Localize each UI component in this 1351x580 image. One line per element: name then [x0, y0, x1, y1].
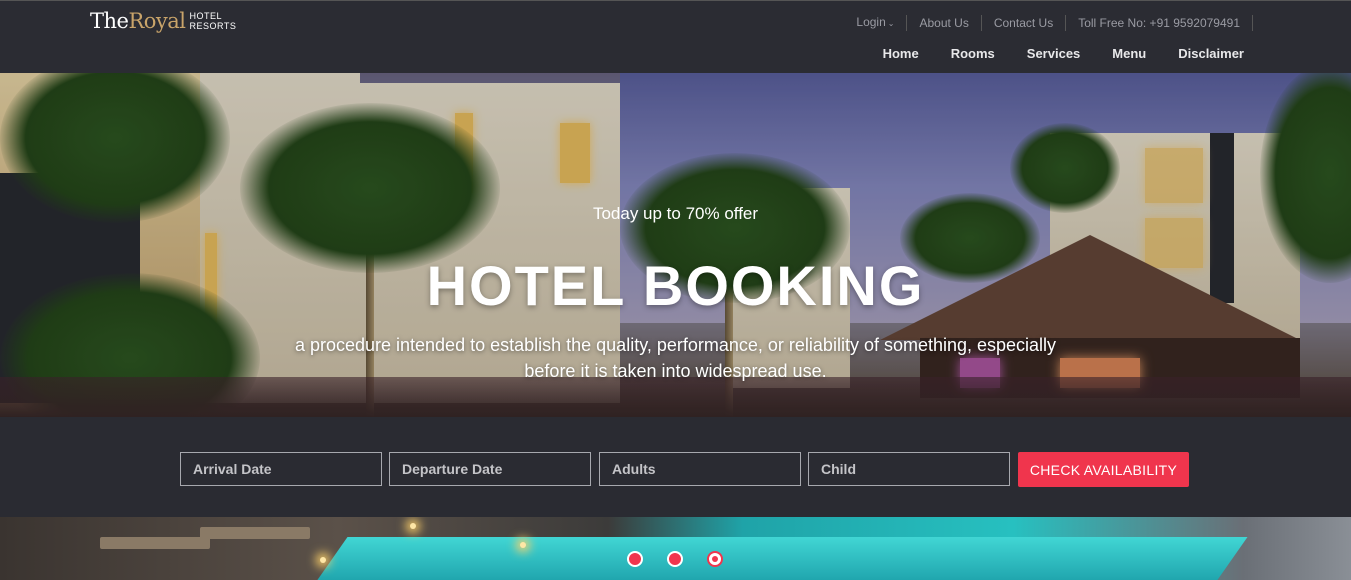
- nav-menu[interactable]: Menu: [1112, 46, 1146, 61]
- pool-light: [520, 542, 526, 548]
- secondary-banner: [0, 517, 1351, 580]
- pool-lounger: [200, 527, 310, 539]
- slider-dot-2[interactable]: [667, 551, 683, 567]
- login-label: Login: [856, 15, 886, 29]
- hero-title: HOTEL BOOKING: [426, 254, 925, 317]
- nav-services[interactable]: Services: [1027, 46, 1081, 61]
- pool-light: [410, 523, 416, 529]
- logo[interactable]: The Royal HOTEL RESORTS: [90, 9, 236, 33]
- about-us-link[interactable]: About Us: [906, 15, 982, 31]
- hero-description: a procedure intended to establish the qu…: [294, 335, 1057, 381]
- booking-form: CHECK AVAILABILITY: [0, 417, 1351, 517]
- pool-lounger: [100, 537, 210, 549]
- hero-banner: Today up to 70% offer HOTEL BOOKING a pr…: [0, 73, 1351, 417]
- logo-resorts: RESORTS: [189, 21, 237, 31]
- logo-subtitle: HOTEL RESORTS: [190, 11, 237, 31]
- arrival-date-input[interactable]: [180, 452, 382, 486]
- departure-date-input[interactable]: [389, 452, 591, 486]
- main-nav: Home Rooms Services Menu Disclaimer: [883, 46, 1244, 61]
- pool-image: [312, 537, 1248, 580]
- top-links: Login ⌄ About Us Contact Us Toll Free No:…: [856, 14, 1253, 32]
- slider-dot-1[interactable]: [627, 551, 643, 567]
- adults-input[interactable]: [599, 452, 801, 486]
- hero-offer: Today up to 70% offer: [592, 204, 759, 223]
- slider-dots: [627, 551, 723, 567]
- logo-hotel: HOTEL: [189, 11, 223, 21]
- child-input[interactable]: [808, 452, 1010, 486]
- check-availability-button[interactable]: CHECK AVAILABILITY: [1018, 452, 1189, 487]
- slider-dot-3[interactable]: [707, 551, 723, 567]
- contact-us-link[interactable]: Contact Us: [982, 15, 1067, 31]
- nav-disclaimer[interactable]: Disclaimer: [1178, 46, 1244, 61]
- site-header: The Royal HOTEL RESORTS Login ⌄ About Us C…: [0, 0, 1351, 73]
- nav-rooms[interactable]: Rooms: [951, 46, 995, 61]
- toll-free-number: Toll Free No: +91 9592079491: [1066, 15, 1253, 31]
- logo-royal: Royal: [128, 9, 186, 33]
- login-link[interactable]: Login ⌄: [856, 14, 906, 32]
- logo-the: The: [90, 9, 129, 33]
- pool-light: [320, 557, 326, 563]
- nav-home[interactable]: Home: [883, 46, 919, 61]
- chevron-down-icon: ⌄: [887, 19, 895, 28]
